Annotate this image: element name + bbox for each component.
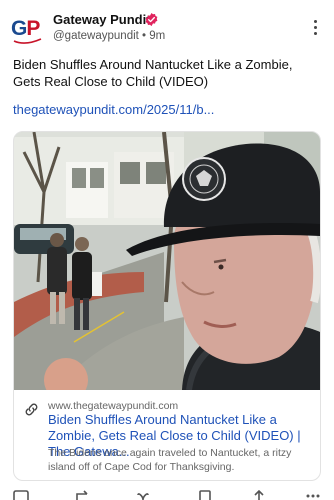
repost-icon[interactable] [74, 490, 92, 500]
card-domain: www.thegatewaypundit.com [48, 400, 179, 412]
logo-swoosh [13, 38, 42, 44]
separator-dot: • [142, 30, 147, 42]
author-name[interactable]: Gateway Pundit [53, 12, 151, 27]
post-text: Biden Shuffles Around Nantucket Like a Z… [13, 57, 293, 89]
author-handle[interactable]: @gatewaypundit [53, 30, 139, 42]
card-thumbnail-image[interactable] [14, 132, 320, 390]
bookmark-icon[interactable] [196, 490, 214, 500]
post-link[interactable]: thegatewaypundit.com/2025/11/b... [13, 102, 214, 117]
link-preview-card[interactable]: www.thegatewaypundit.com Biden Shuffles … [13, 131, 321, 481]
card-description: The Bidens once again traveled to Nantuc… [48, 447, 292, 473]
more-actions-icon[interactable] [304, 490, 322, 500]
post-action-bar [0, 490, 334, 500]
share-icon[interactable] [250, 490, 268, 500]
link-icon [25, 403, 38, 416]
reply-icon[interactable] [12, 490, 30, 500]
verified-badge-icon [145, 12, 158, 27]
post-time: 9m [149, 30, 166, 42]
post-header: GP Gateway Pundit @gatewaypundit • 9m [0, 0, 334, 52]
card-meta[interactable]: www.thegatewaypundit.com Biden Shuffles … [14, 390, 320, 480]
avatar[interactable]: GP [11, 15, 45, 45]
more-options-icon[interactable] [314, 20, 318, 36]
like-icon[interactable] [134, 490, 152, 500]
handle-line: @gatewaypundit • 9m [53, 30, 165, 42]
